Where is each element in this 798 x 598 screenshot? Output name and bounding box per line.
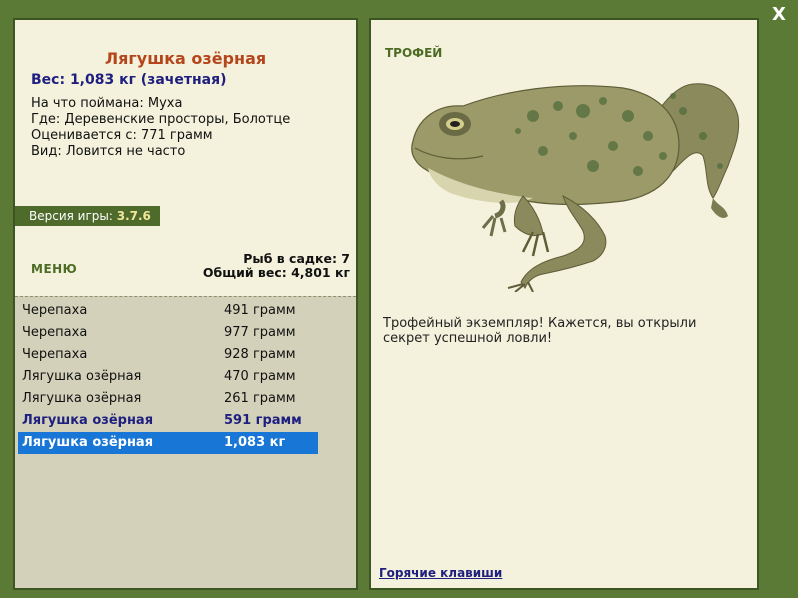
frog-image xyxy=(411,83,740,292)
version-label: Версия игры: xyxy=(29,209,113,223)
keepnet-stats: Рыб в садке: 7 Общий вес: 4,801 кг xyxy=(203,252,350,280)
catch-list-item[interactable]: Лягушка озёрная 1,083 кг xyxy=(18,432,318,454)
kind-line: Вид: Ловится не часто xyxy=(31,144,186,159)
total-weight: Общий вес: 4,801 кг xyxy=(202,265,350,280)
catch-list: Черепаха 491 грамм Черепаха 977 грамм Черепа… xyxy=(15,296,356,588)
catch-list-item[interactable]: Черепаха 977 грамм xyxy=(18,322,318,344)
catch-item-weight: 928 грамм xyxy=(224,347,296,362)
catch-item-name: Лягушка озёрная xyxy=(22,391,142,406)
catch-item-name: Лягушка озёрная xyxy=(22,369,142,384)
catch-list-item[interactable]: Черепаха 928 грамм xyxy=(18,344,318,366)
fish-info-panel: Лягушка озёрная Вес: 1,083 кг (зачетная)… xyxy=(13,18,358,590)
bait-line: На что поймана: Муха xyxy=(31,96,183,111)
game-version-badge: Версия игры: 3.7.6 xyxy=(15,206,160,226)
fish-count: Рыб в садке: 7 xyxy=(243,251,350,266)
location-line: Где: Деревенские просторы, Болотце xyxy=(31,112,291,127)
hotkeys-link[interactable]: Горячие клавиши xyxy=(379,566,502,580)
menu-button[interactable]: МЕНЮ xyxy=(31,262,77,276)
catch-item-name: Черепаха xyxy=(22,325,88,340)
version-value: 3.7.6 xyxy=(116,209,151,223)
fish-details: На что поймана: Муха Где: Деревенские пр… xyxy=(31,96,290,160)
catch-list-item[interactable]: Лягушка озёрная 470 грамм xyxy=(18,366,318,388)
trophy-panel: ТРОФЕЙ Трофейный экземпляр! Кажется, вы … xyxy=(369,18,759,590)
catch-item-name: Черепаха xyxy=(22,303,88,318)
fish-weight: Вес: 1,083 кг (зачетная) xyxy=(31,72,227,88)
catch-item-weight: 491 грамм xyxy=(224,303,296,318)
close-button[interactable]: X xyxy=(772,4,786,25)
catch-item-name: Лягушка озёрная xyxy=(22,435,154,450)
catch-item-name: Черепаха xyxy=(22,347,88,362)
catch-list-item[interactable]: Лягушка озёрная 591 грамм xyxy=(18,410,318,432)
catch-item-weight: 977 грамм xyxy=(224,325,296,340)
catch-list-item[interactable]: Лягушка озёрная 261 грамм xyxy=(18,388,318,410)
catch-item-weight: 470 грамм xyxy=(224,369,296,384)
rated-line: Оценивается с: 771 грамм xyxy=(31,128,213,143)
catch-item-weight: 591 грамм xyxy=(224,413,302,428)
trophy-description: Трофейный экземпляр! Кажется, вы открыли… xyxy=(383,316,697,346)
catch-item-weight: 261 грамм xyxy=(224,391,296,406)
catch-item-name: Лягушка озёрная xyxy=(22,413,154,428)
fish-name-title: Лягушка озёрная xyxy=(104,49,267,68)
catch-list-item[interactable]: Черепаха 491 грамм xyxy=(18,300,318,322)
catch-item-weight: 1,083 кг xyxy=(224,435,286,450)
